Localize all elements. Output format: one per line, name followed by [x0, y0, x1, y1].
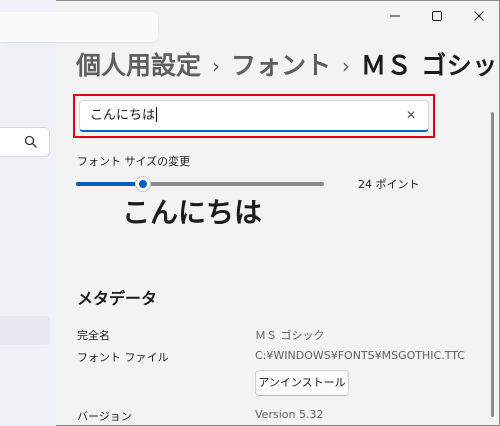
slider-fill [76, 182, 143, 186]
font-file-label: フォント ファイル [77, 351, 169, 364]
sidebar [0, 0, 158, 426]
metadata-heading: メタデータ [77, 289, 158, 308]
page-title: ＭＳ ゴシック [361, 51, 500, 80]
font-size-value: 24 ポイント [358, 178, 420, 191]
full-name-value: ＭＳ ゴシック [255, 329, 325, 342]
main-content: 個人用設定 › フォント › ＭＳ ゴシック こんにちは ✕ フォント サイズの… [56, 0, 500, 426]
version-value: Version 5.32 [255, 408, 324, 421]
uninstall-button[interactable]: アンインストール [255, 370, 349, 396]
sidebar-item-selected[interactable] [0, 316, 50, 345]
breadcrumb-personalization[interactable]: 個人用設定 [76, 50, 201, 82]
scrollbar[interactable] [491, 112, 494, 417]
breadcrumb-separator: › [212, 54, 221, 78]
font-size-label: フォント サイズの変更 [77, 155, 191, 168]
settings-search-input[interactable] [0, 127, 50, 157]
breadcrumb-fonts[interactable]: フォント [231, 50, 331, 82]
sample-preview-text: こんにちは [122, 196, 263, 229]
version-label: バージョン [77, 410, 132, 423]
preview-text-input[interactable]: こんにちは ✕ [79, 100, 429, 132]
breadcrumb-separator: › [342, 54, 351, 78]
font-size-slider[interactable] [76, 176, 324, 192]
full-name-label: 完全名 [77, 329, 110, 342]
search-icon[interactable] [23, 134, 39, 150]
breadcrumb: 個人用設定 › フォント › ＭＳ ゴシック [76, 50, 500, 82]
slider-thumb[interactable] [135, 176, 151, 192]
clear-icon[interactable]: ✕ [404, 108, 418, 122]
preview-text-value: こんにちは [90, 108, 156, 123]
text-caret [156, 107, 158, 122]
font-file-value: C:¥WINDOWS¥FONTS¥MSGOTHIC.TTC [255, 349, 465, 362]
